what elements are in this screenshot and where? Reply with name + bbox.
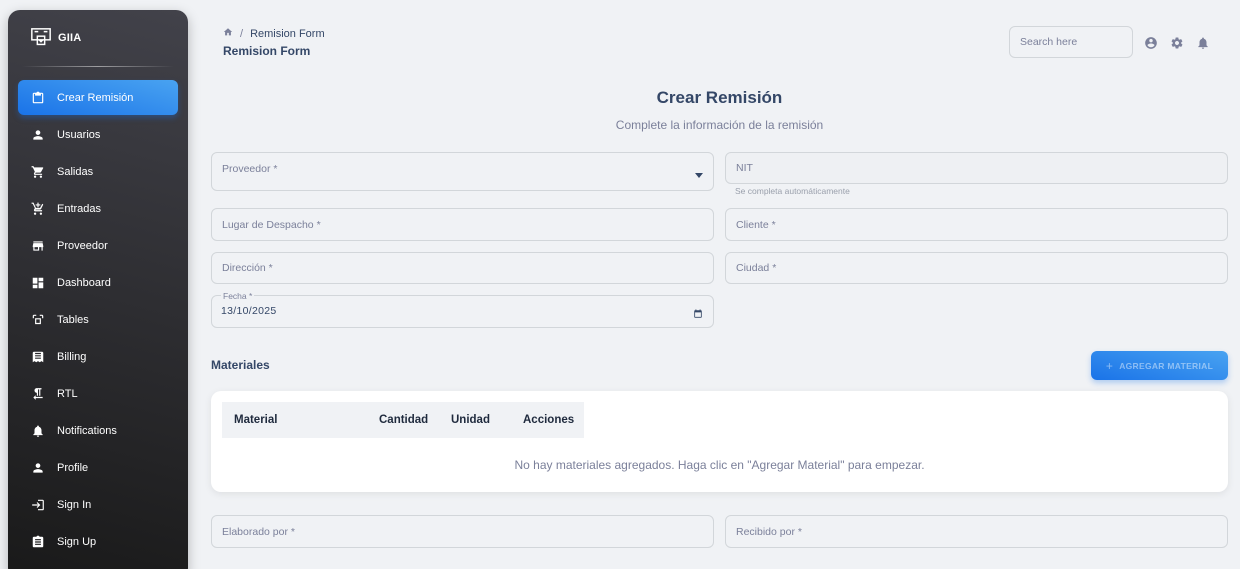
fecha-date-field[interactable] — [211, 295, 714, 328]
direccion-field[interactable]: Dirección * — [211, 252, 714, 284]
table-icon — [31, 313, 45, 327]
lugar-despacho-label: Lugar de Despacho * — [222, 218, 321, 231]
nit-field[interactable]: NIT — [725, 152, 1228, 184]
sidebar-item-label: Crear Remisión — [57, 91, 134, 104]
sidebar-item-label: Sign Up — [57, 535, 97, 548]
ciudad-field[interactable]: Ciudad * — [725, 252, 1228, 284]
empty-table-message: No hay materiales agregados. Haga clic e… — [514, 458, 925, 472]
sidebar-item-salidas[interactable]: Salidas — [18, 154, 178, 189]
plus-icon: + — [1105, 358, 1114, 373]
recibido-por-field[interactable]: Recibido por * — [725, 515, 1228, 548]
assignment-icon — [31, 535, 45, 549]
proveedor-label: Proveedor * — [222, 163, 278, 175]
sidebar-item-billing[interactable]: Billing — [18, 339, 178, 374]
settings-icon[interactable] — [1170, 36, 1184, 50]
nit-label: NIT — [736, 162, 753, 174]
elaborado-por-field[interactable]: Elaborado por * — [211, 515, 714, 548]
cliente-field[interactable]: Cliente * — [725, 208, 1228, 241]
sidebar-item-label: Dashboard — [57, 276, 111, 289]
dashboard-icon — [31, 276, 45, 290]
materiales-title: Materiales — [211, 358, 270, 372]
sidebar-item-rtl[interactable]: RTL — [18, 376, 178, 411]
table-header: Material Cantidad Unidad Acciones — [222, 402, 584, 438]
column-header-cantidad: Cantidad — [379, 414, 429, 426]
add-material-label: AGREGAR MATERIAL — [1119, 360, 1214, 371]
receipt-icon — [31, 350, 45, 364]
sidebar-item-profile[interactable]: Profile — [18, 450, 178, 485]
sidebar-item-label: Billing — [57, 350, 87, 363]
sidebar: GIIA Crear Remisión Usuarios Salidas Ent… — [8, 10, 188, 569]
sidebar-item-sign-up[interactable]: Sign Up — [18, 524, 178, 559]
search-input[interactable] — [1009, 26, 1133, 58]
clipboard-icon — [31, 91, 45, 105]
format-textdirection-icon — [31, 387, 45, 401]
sidebar-item-tables[interactable]: Tables — [18, 302, 178, 337]
account-circle-icon[interactable] — [1144, 36, 1158, 50]
bell-icon — [31, 424, 45, 438]
form-subtitle: Complete la información de la remisión — [615, 118, 824, 132]
brand[interactable]: GIIA — [8, 10, 188, 66]
brand-logo-icon — [30, 27, 52, 49]
sidebar-item-dashboard[interactable]: Dashboard — [18, 265, 178, 300]
store-icon — [31, 239, 45, 253]
sidebar-item-notifications[interactable]: Notifications — [18, 413, 178, 448]
sidebar-item-label: Usuarios — [57, 128, 101, 141]
sidebar-item-label: Profile — [57, 461, 89, 474]
add-material-button[interactable]: + AGREGAR MATERIAL — [1091, 351, 1228, 380]
breadcrumb-current: Remision Form — [250, 27, 325, 40]
page-title: Remision Form — [223, 44, 311, 58]
breadcrumb-separator: / — [240, 27, 244, 40]
ciudad-label: Ciudad * — [736, 262, 777, 274]
column-header-unidad: Unidad — [451, 414, 490, 426]
bell-icon[interactable] — [1196, 36, 1210, 50]
sidebar-item-label: Sign In — [57, 498, 92, 511]
fecha-value: 13/10/2025 — [221, 305, 277, 317]
brand-name: GIIA — [58, 32, 82, 44]
direccion-label: Dirección * — [222, 262, 273, 274]
home-icon[interactable] — [223, 27, 233, 40]
lugar-despacho-field[interactable]: Lugar de Despacho * — [211, 208, 714, 241]
materiales-table-card: Material Cantidad Unidad Acciones No hay… — [211, 391, 1228, 492]
nit-helper-text: Se completa automáticamente — [735, 186, 850, 196]
column-header-material: Material — [234, 414, 278, 426]
sidebar-item-label: Proveedor — [57, 239, 108, 252]
cliente-label: Cliente * — [736, 218, 776, 231]
cart-icon — [31, 165, 45, 179]
login-icon — [31, 498, 45, 512]
sidebar-item-crear-remision[interactable]: Crear Remisión — [18, 80, 178, 115]
sidebar-nav: Crear Remisión Usuarios Salidas Entradas… — [8, 80, 188, 559]
column-header-acciones: Acciones — [523, 414, 575, 426]
person-icon — [31, 128, 45, 142]
fecha-label: Fecha * — [221, 291, 255, 301]
sidebar-item-proveedor[interactable]: Proveedor — [18, 228, 178, 263]
add-cart-icon — [31, 202, 45, 216]
calendar-icon[interactable] — [693, 306, 703, 318]
sidebar-divider — [22, 66, 174, 67]
breadcrumb: / Remision Form — [223, 27, 325, 40]
sidebar-item-label: Salidas — [57, 165, 94, 178]
recibido-por-label: Recibido por * — [736, 525, 802, 538]
form-title: Crear Remisión — [656, 88, 783, 107]
sidebar-item-label: RTL — [57, 387, 78, 400]
chevron-down-icon — [695, 172, 703, 178]
sidebar-item-usuarios[interactable]: Usuarios — [18, 117, 178, 152]
sidebar-item-entradas[interactable]: Entradas — [18, 191, 178, 226]
sidebar-item-sign-in[interactable]: Sign In — [18, 487, 178, 522]
sidebar-item-label: Tables — [57, 313, 89, 326]
sidebar-item-label: Notifications — [57, 424, 117, 437]
elaborado-por-label: Elaborado por * — [222, 525, 295, 538]
sidebar-item-label: Entradas — [57, 202, 102, 215]
person-icon — [31, 461, 45, 475]
proveedor-select[interactable]: Proveedor * — [211, 152, 714, 191]
